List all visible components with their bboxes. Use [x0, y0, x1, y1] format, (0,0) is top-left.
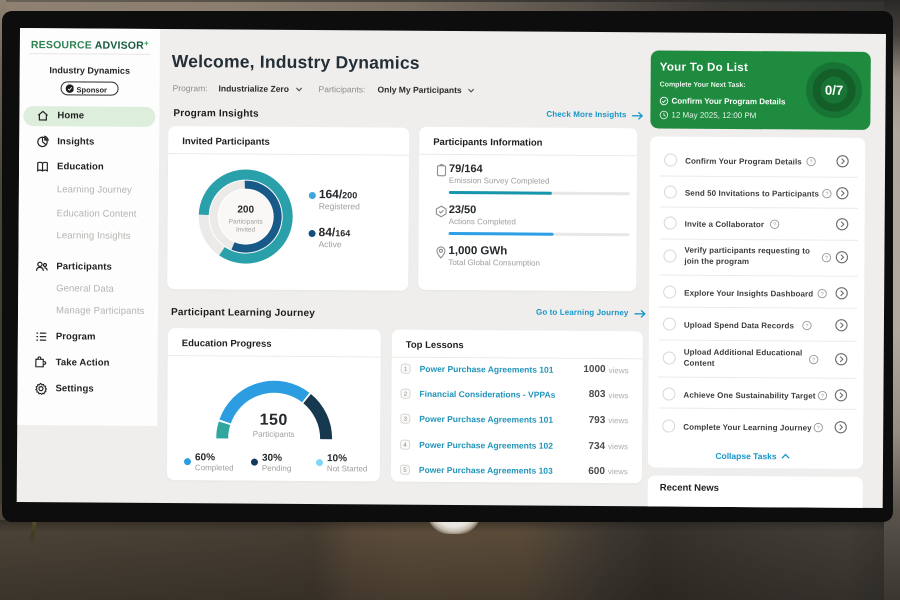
svg-text:?: ?: [805, 323, 808, 329]
svg-text:Invited: Invited: [236, 227, 256, 234]
svg-text:?: ?: [821, 393, 824, 399]
svg-text:?: ?: [825, 191, 828, 197]
svg-text:Participants: Participants: [229, 218, 264, 225]
svg-text:200: 200: [237, 205, 254, 216]
svg-text:0/7: 0/7: [825, 83, 843, 98]
svg-text:?: ?: [821, 291, 824, 297]
svg-text:?: ?: [825, 256, 828, 262]
svg-text:?: ?: [817, 425, 820, 431]
svg-text:?: ?: [773, 222, 776, 228]
svg-text:?: ?: [810, 159, 813, 165]
svg-text:?: ?: [812, 358, 815, 364]
